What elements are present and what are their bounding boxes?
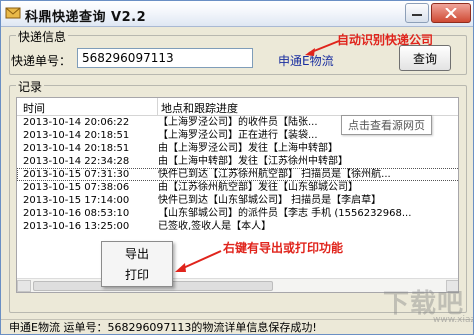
row-time: 2013-10-14 20:18:51: [23, 143, 130, 154]
auto-detect-annotation: 自动识别快递公司: [337, 33, 434, 47]
row-time: 2013-10-15 07:38:06: [23, 182, 130, 193]
table-row[interactable]: 2013-10-16 13:25:00 已签收,签收人是【本人】: [17, 220, 458, 233]
row-time: 2013-10-15 17:14:00: [23, 195, 130, 206]
watermark-url: www.xiazaiba.com: [433, 315, 474, 325]
minimize-icon: [412, 14, 422, 16]
table-row[interactable]: 2013-10-15 07:31:30 快件已到达【江苏徐州航空部】 扫描员是【徐…: [17, 168, 458, 181]
list-header: 时间 地点和跟踪进度: [17, 98, 458, 116]
tracking-number-label: 快递单号：: [11, 54, 72, 68]
table-row[interactable]: 2013-10-14 20:18:51 由【上海罗泾公司】发往【上海中转部】: [17, 142, 458, 155]
right-click-annotation: 右键有导出或打印功能: [223, 241, 344, 255]
annotation-arrow-icon: [305, 40, 340, 56]
minimize-button[interactable]: [405, 3, 429, 23]
close-icon: [445, 8, 457, 18]
row-time: 2013-10-16 08:53:10: [23, 208, 130, 219]
view-source-tooltip: 点击查看源网页: [341, 115, 432, 135]
row-detail: 已签收,签收人是【本人】: [158, 221, 272, 232]
context-menu: 导出 打印: [101, 241, 173, 287]
status-bar: 申通E物流 运单号：568296097113的物流详单信息保存成功!: [1, 319, 473, 334]
row-time: 2013-10-14 20:06:22: [23, 117, 130, 128]
column-divider[interactable]: [157, 98, 158, 116]
close-button[interactable]: [431, 3, 471, 23]
title-bar[interactable]: 科鼎快递查询 V2.2: [1, 1, 473, 27]
table-row[interactable]: 2013-10-15 17:14:00 快件已到达【山东邹城公司】 扫描员是【李启…: [17, 194, 458, 207]
query-button[interactable]: 查询: [399, 45, 451, 71]
row-time: 2013-10-15 07:31:30: [23, 169, 130, 180]
row-detail: 由【上海罗泾公司】发往【上海中转部】: [158, 143, 338, 154]
table-row[interactable]: 2013-10-16 08:53:10 【山东邹城公司】的派件员【李志 手机 (1…: [17, 207, 458, 220]
row-time: 2013-10-14 20:18:51: [23, 130, 130, 141]
menu-item-print[interactable]: 打印: [102, 265, 172, 285]
row-detail: 由【上海中转部】发往【江苏徐州中转部】: [158, 156, 348, 167]
window-title: 科鼎快递查询 V2.2: [25, 10, 147, 25]
scroll-left-icon[interactable]: [17, 280, 31, 292]
courier-info-legend: 快递信息: [16, 28, 69, 45]
row-detail: 快件已到达【山东邹城公司】 扫描员是【李启草】: [158, 195, 382, 206]
app-logo-icon: [5, 7, 21, 19]
tracking-number-input[interactable]: [77, 48, 253, 68]
row-detail: 【山东邹城公司】的派件员【李志 手机 (1556232968...: [158, 208, 412, 219]
column-header-time[interactable]: 时间: [23, 100, 45, 116]
column-header-detail[interactable]: 地点和跟踪进度: [161, 100, 238, 116]
table-row[interactable]: 2013-10-15 07:38:06 由【江苏徐州航空部】发往【山东邹城公司】: [17, 181, 458, 194]
row-detail: 快件已到达【江苏徐州航空部】 扫描员是【徐州航...: [158, 169, 391, 180]
app-window: 科鼎快递查询 V2.2 快递信息 快递单号： 申通E物流 查询 自动识别快递公司…: [0, 0, 474, 335]
row-detail: 由【江苏徐州航空部】发往【山东邹城公司】: [158, 182, 358, 193]
row-time: 2013-10-14 22:34:28: [23, 156, 130, 167]
table-row[interactable]: 2013-10-14 22:34:28 由【上海中转部】发往【江苏徐州中转部】: [17, 155, 458, 168]
annotation-arrow-icon: [175, 250, 222, 272]
records-legend: 记录: [16, 78, 45, 95]
row-time: 2013-10-16 13:25:00: [23, 221, 130, 232]
menu-item-export[interactable]: 导出: [102, 244, 172, 264]
